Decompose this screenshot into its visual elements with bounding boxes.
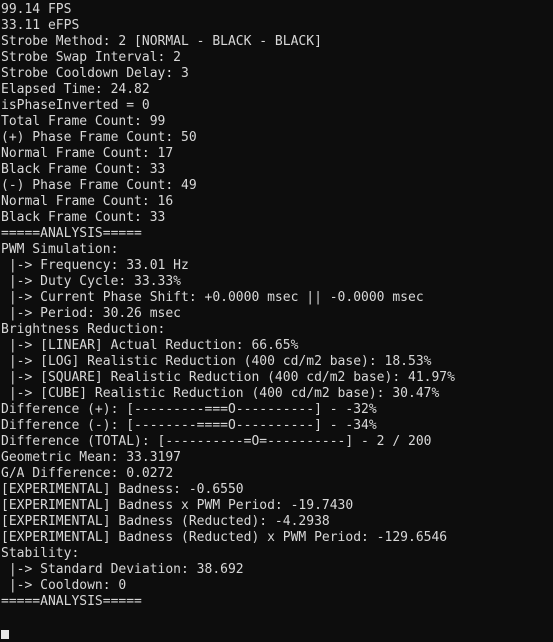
- console-line: |-> [LINEAR] Actual Reduction: 66.65%: [1, 338, 299, 353]
- console-line: |-> [CUBE] Realistic Reduction (400 cd/m…: [1, 386, 440, 401]
- console-line: Difference (+): [---------===O----------…: [1, 402, 377, 417]
- console-line: (+) Phase Frame Count: 50: [1, 130, 197, 145]
- console-line: 99.14 FPS: [1, 2, 72, 17]
- console-line: |-> Frequency: 33.01 Hz: [1, 258, 189, 273]
- console-line: [EXPERIMENTAL] Badness x PWM Period: -19…: [1, 498, 354, 513]
- console-line: Geometric Mean: 33.3197: [1, 450, 182, 465]
- console-line: |-> [LOG] Realistic Reduction (400 cd/m2…: [1, 354, 432, 369]
- console-line: Elapsed Time: 24.82: [1, 82, 150, 97]
- console-line: Strobe Cooldown Delay: 3: [1, 66, 189, 81]
- console-line: |-> Period: 30.26 msec: [1, 306, 182, 321]
- console-line: Total Frame Count: 99: [1, 114, 166, 129]
- console-line: G/A Difference: 0.0272: [1, 466, 174, 481]
- console-line: [EXPERIMENTAL] Badness (Reducted): -4.29…: [1, 514, 330, 529]
- console-line: Difference (TOTAL): [----------=O=------…: [1, 434, 432, 449]
- console-line: Brightness Reduction:: [1, 322, 166, 337]
- console-line: Strobe Swap Interval: 2: [1, 50, 182, 65]
- console-line: PWM Simulation:: [1, 242, 119, 257]
- console-line: Black Frame Count: 33: [1, 162, 166, 177]
- console-line: |-> [SQUARE] Realistic Reduction (400 cd…: [1, 370, 455, 385]
- console-line: isPhaseInverted = 0: [1, 98, 150, 113]
- console-line: Normal Frame Count: 16: [1, 194, 174, 209]
- console-line: |-> Current Phase Shift: +0.0000 msec ||…: [1, 290, 424, 305]
- console-line: =====ANALYSIS=====: [1, 594, 142, 609]
- console-line: (-) Phase Frame Count: 49: [1, 178, 197, 193]
- console-line: Stability:: [1, 546, 80, 561]
- console-line: Black Frame Count: 33: [1, 210, 166, 225]
- console-line: [EXPERIMENTAL] Badness (Reducted) x PWM …: [1, 530, 448, 545]
- console-line: 33.11 eFPS: [1, 18, 80, 33]
- console-line: |-> Duty Cycle: 33.33%: [1, 274, 182, 289]
- console-line: Difference (-): [--------====O----------…: [1, 418, 377, 433]
- console-line: |-> Standard Deviation: 38.692: [1, 562, 244, 577]
- text-cursor: [1, 630, 9, 639]
- console-line: =====ANALYSIS=====: [1, 226, 142, 241]
- console-line: Normal Frame Count: 17: [1, 146, 174, 161]
- terminal-console[interactable]: 99.14 FPS 33.11 eFPS Strobe Method: 2 [NOR…: [0, 0, 553, 640]
- console-line: Strobe Method: 2 [NORMAL - BLACK - BLACK…: [1, 34, 322, 49]
- console-line: [EXPERIMENTAL] Badness: -0.6550: [1, 482, 244, 497]
- console-line: |-> Cooldown: 0: [1, 578, 127, 593]
